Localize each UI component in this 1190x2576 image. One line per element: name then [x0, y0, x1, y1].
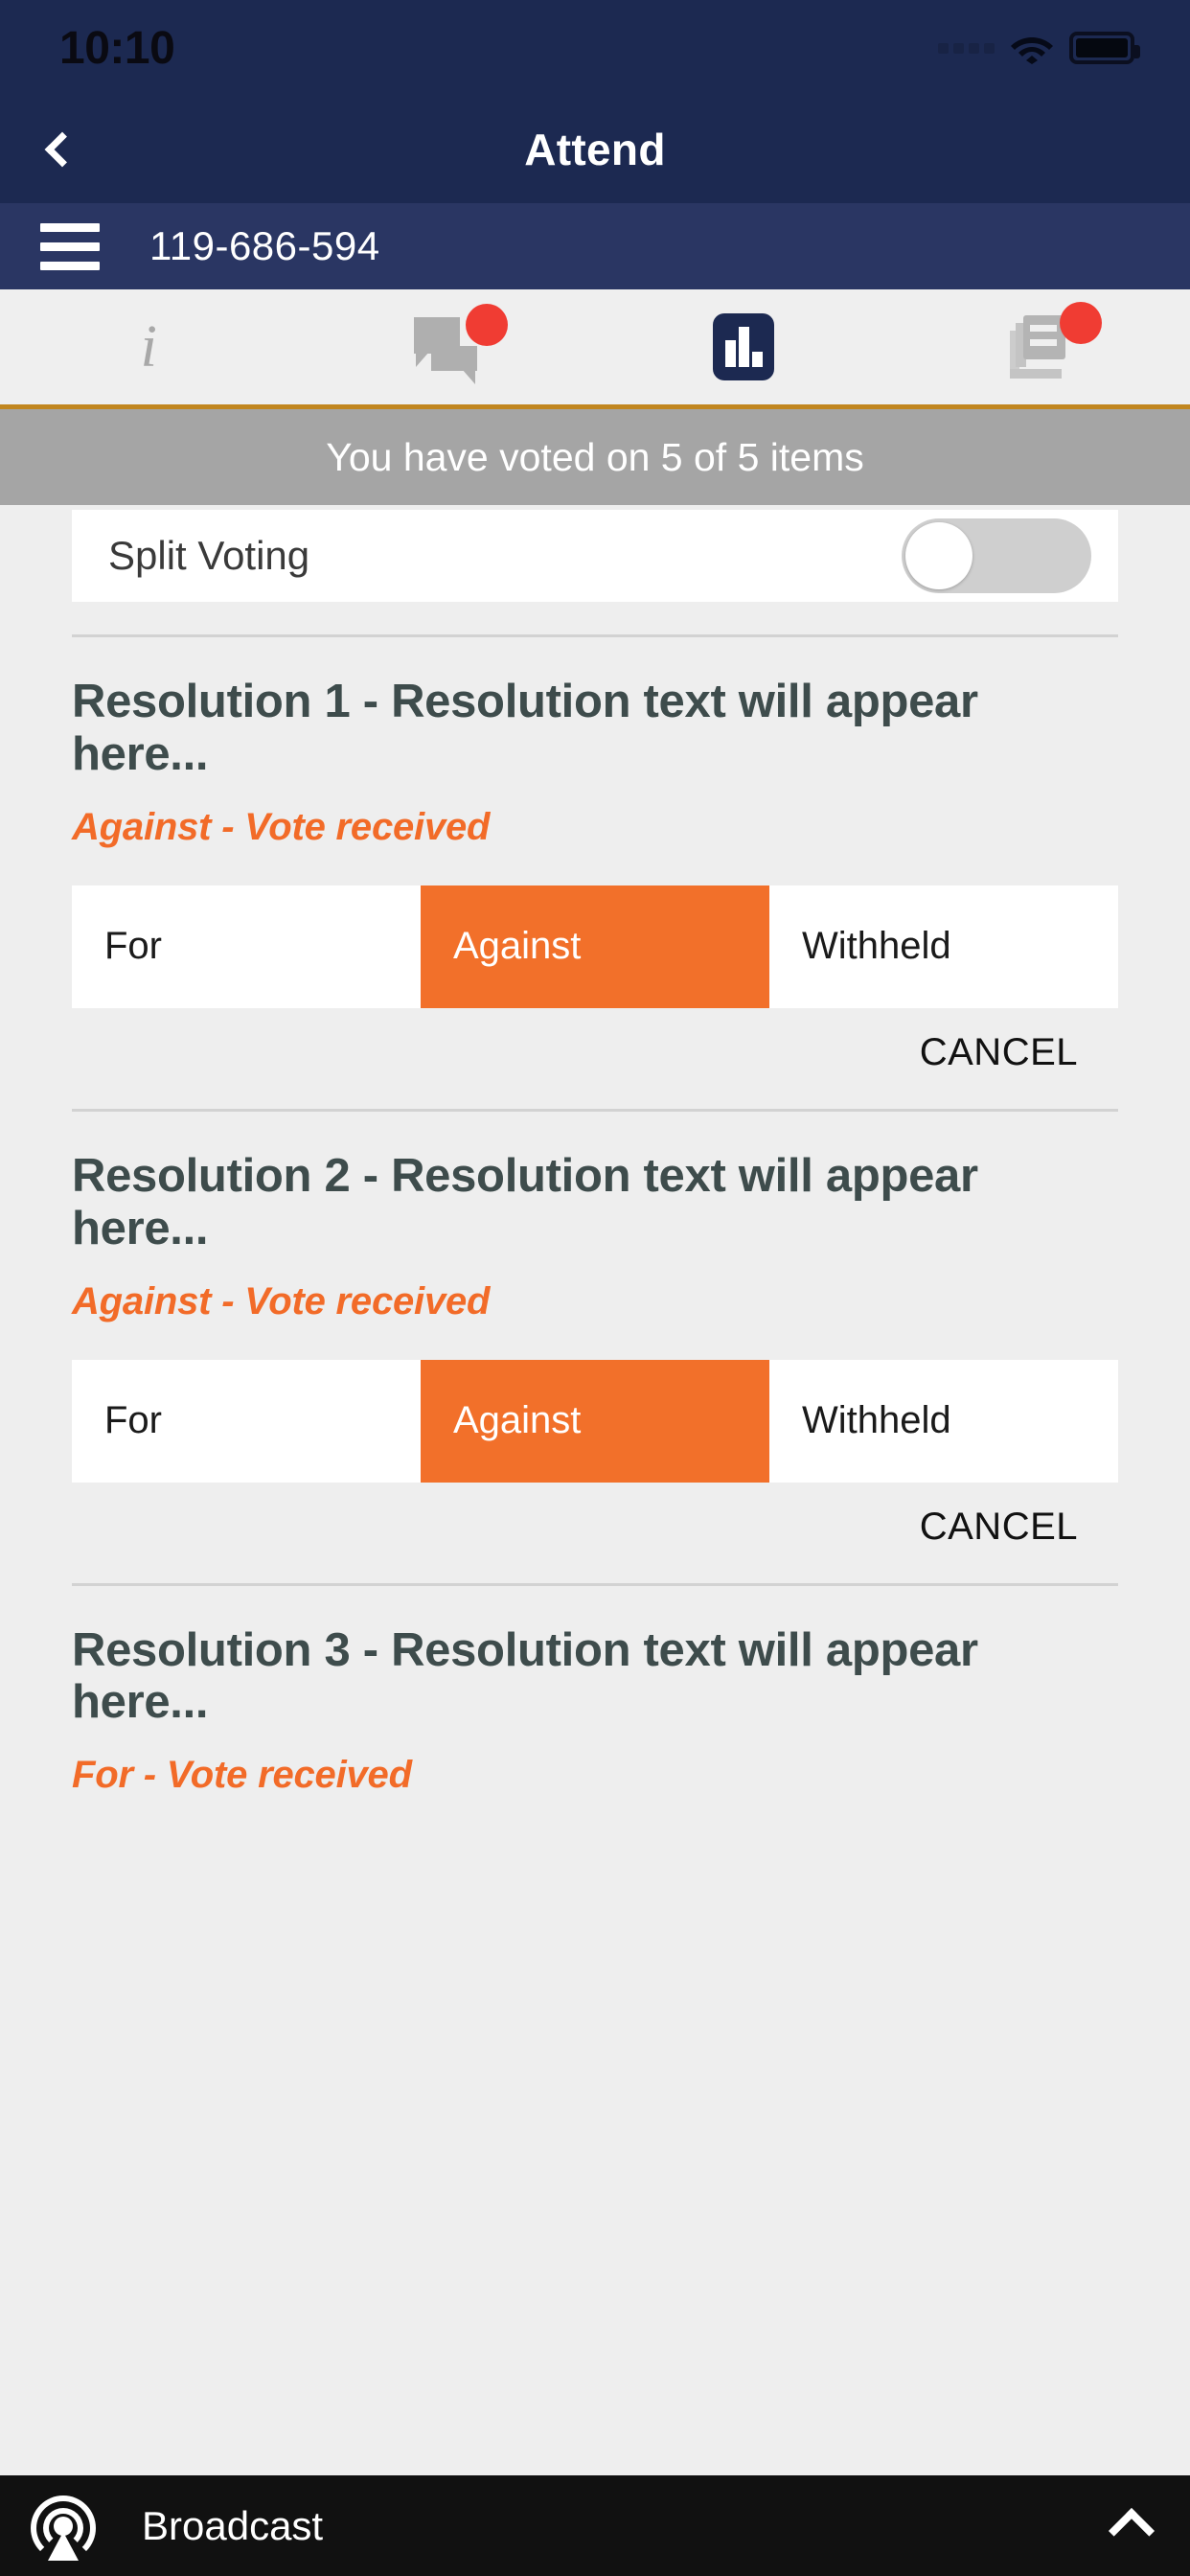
- title-bar: Attend: [0, 96, 1190, 203]
- cancel-row: CANCEL: [72, 1483, 1118, 1549]
- app-root: 10:10 Attend 119-686-594 i You have vote…: [0, 0, 1190, 2576]
- tab-voting[interactable]: [595, 289, 893, 404]
- split-voting-row[interactable]: Split Voting: [72, 510, 1118, 602]
- documents-badge: [1059, 302, 1102, 344]
- status-bar-clock: 10:10: [59, 22, 175, 74]
- resolution-title: Resolution 3 - Resolution text will appe…: [72, 1623, 978, 1729]
- voted-progress-banner: You have voted on 5 of 5 items: [0, 409, 1190, 505]
- meeting-id-label: 119-686-594: [149, 223, 380, 268]
- vote-button-withheld[interactable]: Withheld: [769, 885, 1118, 1008]
- broadcast-label: Broadcast: [142, 2502, 324, 2548]
- bar-chart-icon: [713, 313, 775, 380]
- split-voting-toggle[interactable]: [902, 518, 1091, 593]
- back-button[interactable]: [25, 116, 92, 183]
- toggle-knob: [905, 522, 973, 589]
- tab-documents[interactable]: [893, 289, 1190, 404]
- cancel-vote-button[interactable]: CANCEL: [920, 1031, 1078, 1074]
- broadcast-icon: [29, 2492, 98, 2561]
- resolution-vote-status: Against - Vote received: [72, 1279, 491, 1322]
- resolution-item: Resolution 3 - Resolution text will appe…: [0, 1586, 1190, 1798]
- tab-info[interactable]: i: [0, 289, 298, 404]
- signal-dots-icon: [938, 42, 995, 54]
- resolution-item: Resolution 2 - Resolution text will appe…: [0, 1112, 1190, 1586]
- cancel-vote-button[interactable]: CANCEL: [920, 1506, 1078, 1549]
- battery-icon: [1069, 32, 1140, 64]
- split-voting-label: Split Voting: [108, 533, 310, 578]
- vote-button-against[interactable]: Against: [421, 1359, 769, 1483]
- vote-button-for[interactable]: For: [72, 1359, 421, 1483]
- resolution-title: Resolution 2 - Resolution text will appe…: [72, 1149, 978, 1254]
- wifi-icon: [1010, 32, 1054, 64]
- tab-bar: i: [0, 289, 1190, 409]
- cancel-row: CANCEL: [72, 1008, 1118, 1074]
- messages-badge: [465, 304, 508, 346]
- vote-button-against[interactable]: Against: [421, 885, 769, 1008]
- resolution-vote-status: For - Vote received: [72, 1754, 412, 1797]
- hamburger-menu-icon[interactable]: [40, 222, 100, 270]
- resolution-item: Resolution 1 - Resolution text will appe…: [0, 637, 1190, 1112]
- chevron-left-icon: [44, 131, 80, 168]
- resolutions-list: Split Voting Resolution 1 - Resolution t…: [0, 510, 1190, 1797]
- chevron-up-icon[interactable]: [1108, 2507, 1156, 2554]
- voted-progress-text: You have voted on 5 of 5 items: [326, 434, 864, 479]
- vote-button-group: For Against Withheld: [72, 1359, 1118, 1483]
- status-bar: 10:10: [0, 0, 1190, 96]
- vote-button-group: For Against Withheld: [72, 885, 1118, 1008]
- resolution-title: Resolution 1 - Resolution text will appe…: [72, 676, 978, 780]
- status-bar-indicators: [938, 32, 1140, 64]
- resolutions-scroll-area[interactable]: Split Voting Resolution 1 - Resolution t…: [0, 510, 1190, 2475]
- vote-button-for[interactable]: For: [72, 885, 421, 1008]
- meeting-id-bar: 119-686-594: [0, 203, 1190, 289]
- vote-button-withheld[interactable]: Withheld: [769, 1359, 1118, 1483]
- tab-messages[interactable]: [298, 289, 596, 404]
- resolution-vote-status: Against - Vote received: [72, 805, 491, 848]
- info-icon: i: [140, 314, 157, 380]
- broadcast-bar[interactable]: Broadcast: [0, 2475, 1190, 2576]
- page-title: Attend: [524, 125, 666, 174]
